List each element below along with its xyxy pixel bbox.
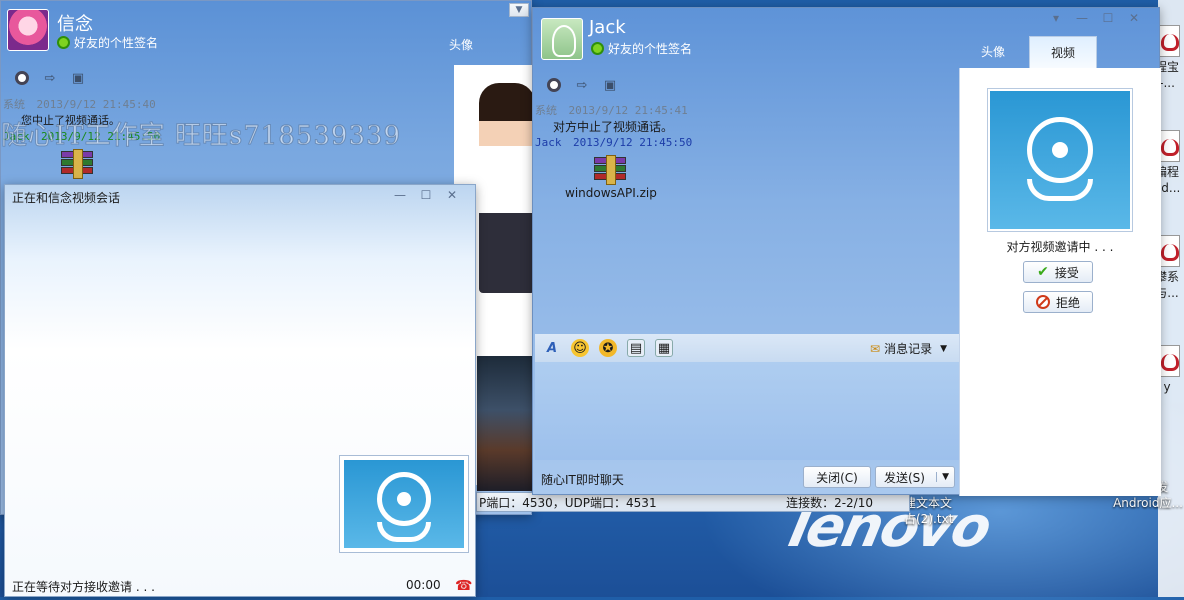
message-header: Jack 2013/9/12 21:45:50 [535, 136, 693, 149]
message-text: 对方中止了视频通话。 [553, 120, 674, 134]
window-controls: — ☐ ✕ [387, 187, 465, 203]
chevron-down-icon[interactable]: ▼ [509, 3, 529, 17]
font-icon[interactable]: A [543, 339, 561, 357]
tab-avatar[interactable]: 头像 [427, 29, 495, 61]
image-icon[interactable]: ▤ [627, 339, 645, 357]
message-list: 系统 2013/9/12 21:45:41 对方中止了视频通话。 Jack 20… [535, 103, 955, 201]
reject-button[interactable]: 拒绝 [1023, 291, 1093, 313]
status-icon [591, 42, 604, 55]
message-header: 系统 2013/9/12 21:45:40 [3, 98, 156, 111]
forbidden-icon [1035, 295, 1050, 309]
close-icon[interactable]: ✕ [1121, 10, 1147, 26]
close-button[interactable]: 关闭(C) [803, 466, 871, 488]
chat-toolbar: ⇨ ▣ [545, 76, 619, 94]
status-bar: P端口：4530，UDP端口：4531 连接数：2-2/10 [476, 492, 910, 512]
status-icon [57, 36, 70, 49]
port-info: P端口：4530，UDP端口：4531 [479, 495, 657, 510]
accept-button[interactable]: ✔ 接受 [1023, 261, 1093, 283]
tab-video[interactable]: 视频 [1029, 36, 1097, 68]
video-call-icon[interactable] [545, 76, 563, 94]
window-title: 正在和信念视频会话 [12, 191, 121, 205]
call-status: 正在等待对方接收邀请 . . . [12, 580, 155, 594]
video-invite-panel: 对方视频邀请中 . . . ✔ 接受 拒绝 [959, 68, 1161, 496]
zip-file-icon [61, 149, 93, 179]
send-button[interactable]: 发送(S) ▼ [875, 466, 955, 488]
screenshot-icon[interactable]: ▦ [655, 339, 673, 357]
footer-label: 随心IT即时聊天 [541, 473, 624, 487]
watermark-text: 随心IT工作室 旺旺s718539339 [0, 121, 402, 152]
file-name: windowsAPI.zip [565, 186, 657, 200]
send-file-icon[interactable]: ⇨ [573, 76, 591, 94]
invite-status: 对方视频邀请中 . . . [1006, 240, 1114, 254]
screen-share-icon[interactable]: ▣ [601, 76, 619, 94]
remote-video-preview [987, 88, 1133, 232]
webcam-icon [990, 91, 1130, 229]
video-call-icon[interactable] [13, 69, 31, 87]
message-history-button[interactable]: ✉ 消息记录 ▼ [870, 340, 947, 357]
history-icon: ✉ [870, 341, 881, 356]
tab-avatar[interactable]: 头像 [959, 36, 1027, 68]
contact-name: 信念 [57, 14, 93, 35]
chat-toolbar: ⇨ ▣ [13, 69, 87, 87]
webcam-icon [344, 460, 464, 548]
minimize-icon[interactable]: — [1069, 10, 1095, 26]
window-controls: ▾ — ☐ ✕ [1043, 10, 1147, 26]
chat-window-jack: Jack 好友的个性签名 ▾ — ☐ ✕ 头像 视频 ⇨ ▣ 系统 2013/9… [532, 7, 1161, 496]
hang-up-icon[interactable]: ☎ [455, 578, 472, 594]
video-session-window: 正在和信念视频会话 — ☐ ✕ 正在等待对方接收邀请 . . . 00:00 ☎ [4, 184, 476, 597]
dropdown-icon[interactable]: ▾ [1043, 10, 1069, 26]
emoji-icon[interactable]: ☺ [571, 339, 589, 357]
call-timer: 00:00 [406, 578, 441, 592]
shake-icon[interactable]: ✪ [599, 339, 617, 357]
contact-signature: 好友的个性签名 [591, 40, 692, 57]
window-controls: ▼ [509, 3, 531, 17]
file-attachment[interactable]: windowsAPI.zip [565, 155, 657, 201]
zip-file-icon [594, 155, 626, 185]
chevron-down-icon: ▼ [940, 343, 947, 354]
checkmark-icon: ✔ [1037, 264, 1049, 280]
send-file-icon[interactable]: ⇨ [41, 69, 59, 87]
avatar[interactable] [541, 18, 583, 60]
maximize-icon[interactable]: ☐ [413, 187, 439, 203]
local-video-preview [339, 455, 469, 553]
chevron-down-icon[interactable]: ▼ [936, 472, 954, 482]
maximize-icon[interactable]: ☐ [1095, 10, 1121, 26]
connection-info: 连接数：2-2/10 [786, 495, 873, 510]
file-attachment[interactable] [61, 149, 423, 179]
contact-name: Jack [589, 17, 626, 38]
screen-share-icon[interactable]: ▣ [69, 69, 87, 87]
desktop-text-file[interactable]: 建文本文 占(2).txt [904, 495, 964, 527]
avatar-show-figure [477, 356, 535, 491]
minimize-icon[interactable]: — [387, 187, 413, 203]
message-header: 系统 2013/9/12 21:45:41 [535, 104, 688, 117]
message-input[interactable] [535, 362, 959, 460]
close-icon[interactable]: ✕ [439, 187, 465, 203]
avatar[interactable] [7, 9, 49, 51]
avatar-show-figure [479, 83, 535, 293]
contact-signature: 好友的个性签名 [57, 34, 158, 51]
